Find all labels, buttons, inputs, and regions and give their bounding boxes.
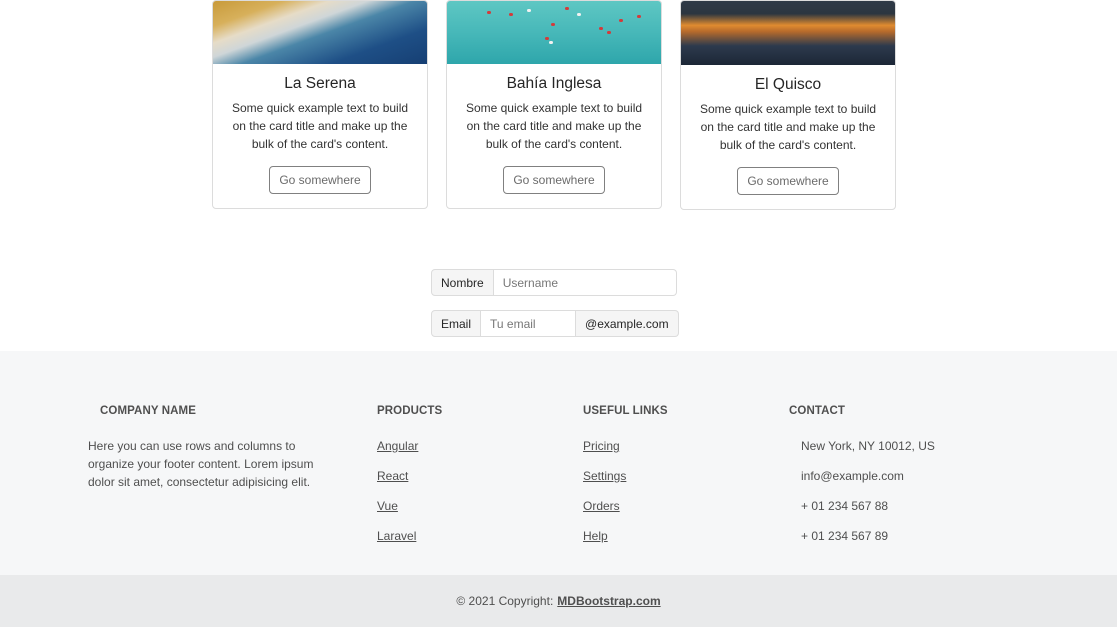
name-label: Nombre	[431, 269, 494, 296]
contact-heading: CONTACT	[789, 405, 846, 417]
company-description: Here you can use rows and columns to org…	[88, 439, 314, 489]
card-text: Some quick example text to build on the …	[465, 101, 643, 151]
go-somewhere-button[interactable]: Go somewhere	[503, 166, 605, 194]
company-name-heading: COMPANY NAME	[100, 405, 196, 417]
card-bahia-inglesa: Bahía Inglesa Some quick example text to…	[446, 0, 662, 209]
card-el-quisco: El Quisco Some quick example text to bui…	[680, 0, 896, 210]
card-body: Bahía Inglesa Some quick example text to…	[447, 64, 661, 207]
useful-links-heading: USEFUL LINKS	[583, 405, 668, 417]
card-image	[447, 1, 661, 64]
card-body: El Quisco Some quick example text to bui…	[681, 65, 895, 208]
go-somewhere-button[interactable]: Go somewhere	[737, 167, 839, 195]
footer: COMPANY NAME Here you can use rows and c…	[0, 351, 1117, 575]
footer-link-pricing[interactable]: Pricing	[583, 439, 620, 453]
email-input[interactable]	[481, 310, 577, 337]
copyright-bar: © 2021 Copyright: MDBootstrap.com	[0, 575, 1117, 627]
username-input[interactable]	[493, 269, 677, 296]
card-text: Some quick example text to build on the …	[231, 101, 409, 151]
copyright-text: © 2021 Copyright:	[456, 594, 554, 608]
contact-address: New York, NY 10012, US	[801, 439, 935, 453]
email-input-group: Email @example.com	[431, 310, 679, 337]
name-input-group: Nombre	[431, 269, 677, 296]
footer-link-vue[interactable]: Vue	[377, 499, 398, 513]
card-la-serena: La Serena Some quick example text to bui…	[212, 0, 428, 209]
contact-phone-1: + 01 234 567 88	[801, 499, 889, 513]
card-title: Bahía Inglesa	[506, 75, 602, 92]
card-title: La Serena	[284, 75, 356, 92]
card-image	[213, 1, 427, 64]
card-image	[681, 1, 895, 65]
products-heading: PRODUCTS	[377, 405, 443, 417]
email-label: Email	[431, 310, 482, 337]
footer-link-orders[interactable]: Orders	[583, 499, 620, 513]
footer-link-help[interactable]: Help	[583, 529, 608, 543]
email-domain-suffix: @example.com	[576, 310, 679, 337]
footer-link-laravel[interactable]: Laravel	[377, 529, 416, 543]
go-somewhere-button[interactable]: Go somewhere	[269, 166, 371, 194]
card-text: Some quick example text to build on the …	[699, 102, 877, 152]
contact-email: info@example.com	[801, 469, 904, 483]
card-body: La Serena Some quick example text to bui…	[213, 64, 427, 207]
footer-link-settings[interactable]: Settings	[583, 469, 626, 483]
footer-link-react[interactable]: React	[377, 469, 408, 483]
contact-phone-2: + 01 234 567 89	[801, 529, 889, 543]
mdbootstrap-link[interactable]: MDBootstrap.com	[557, 594, 660, 608]
card-title: El Quisco	[754, 76, 822, 93]
footer-link-angular[interactable]: Angular	[377, 439, 418, 453]
